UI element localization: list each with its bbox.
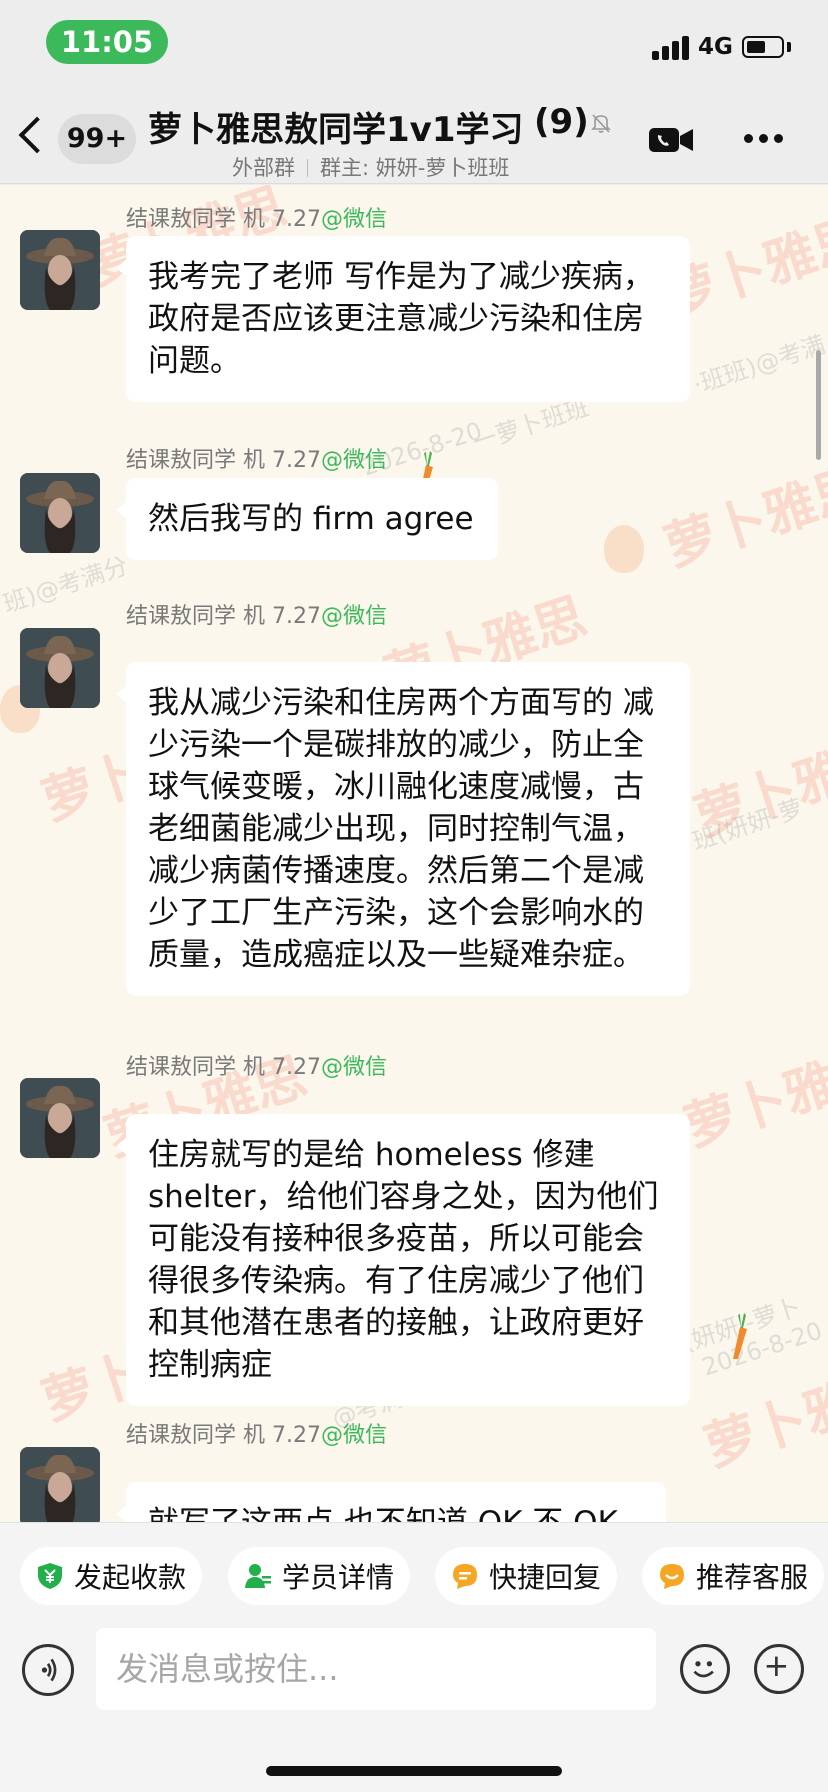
avatar-cowboy-hat-icon <box>20 1078 100 1158</box>
avatar[interactable] <box>20 1078 100 1158</box>
network-type: 4G <box>698 34 733 60</box>
group-owner: 群主: 妍妍-萝卜班班 <box>320 156 510 180</box>
mute-bell-icon <box>591 114 611 133</box>
avatar-cowboy-hat-icon <box>20 473 100 553</box>
watermark-text: 2026-8-20 <box>698 1316 826 1382</box>
sender-name: 结课敖同学 机 7.27@微信 <box>126 1423 387 1448</box>
watermark-carrot-icon <box>604 525 644 573</box>
sender-name: 结课敖同学 机 7.27@微信 <box>126 604 387 629</box>
status-time: 11:05 <box>46 20 168 64</box>
avatar[interactable] <box>20 473 100 553</box>
carrot-sticker-icon <box>733 1313 747 1359</box>
sender-name: 结课敖同学 机 7.27@微信 <box>126 207 387 232</box>
chip-label: 快捷回复 <box>489 1561 602 1594</box>
voice-input-icon[interactable] <box>22 1644 74 1696</box>
chip-label: 推荐客服 <box>696 1561 809 1594</box>
quick-reply-button[interactable]: 快捷回复 <box>435 1547 618 1605</box>
composer-bar <box>0 1622 828 1792</box>
avatar-cowboy-hat-icon <box>20 1447 100 1522</box>
watermark: 萝卜雅思 <box>697 1357 828 1479</box>
message-bubble[interactable]: 住房就写的是给 homeless 修建 shelter，给他们容身之处，因为他们… <box>116 1114 690 1406</box>
signal-strength-icon <box>652 34 692 60</box>
quick-actions-bar: 发起收款 学员详情 快捷回复 推荐客服 <box>0 1522 828 1622</box>
chip-label: 发起收款 <box>74 1561 187 1594</box>
member-count: (9) <box>534 102 589 142</box>
video-call-icon[interactable] <box>648 126 694 154</box>
message-bubble[interactable]: 我从减少污染和住房两个方面写的 减少污染一个是碳排放的减少，防止全球气候变暖，冰… <box>116 662 690 996</box>
watermark: 萝卜雅思 <box>657 457 828 579</box>
external-group-tag: 外部群 <box>232 156 295 180</box>
watermark-text: ·班班)@考满 <box>689 330 828 400</box>
recommend-service-icon <box>660 1564 684 1589</box>
more-icon[interactable] <box>744 134 784 144</box>
avatar[interactable] <box>20 1447 100 1522</box>
chat-title: 萝卜雅思敖同学1v1学习 <box>148 110 524 150</box>
status-bar: 11:05 4G <box>0 0 828 92</box>
avatar-cowboy-hat-icon <box>20 230 100 310</box>
avatar[interactable] <box>20 628 100 708</box>
message-bubble[interactable]: 我考完了老师 写作是为了减少疾病，政府是否应该更注意减少污染和住房问题。 <box>116 236 690 402</box>
message-bubble[interactable]: 然后我写的 firm agree <box>116 478 498 560</box>
avatar-cowboy-hat-icon <box>20 628 100 708</box>
avatar[interactable] <box>20 230 100 310</box>
quick-reply-icon <box>453 1564 477 1589</box>
watermark-text: 班(妍妍-萝 <box>689 793 807 856</box>
message-bubble[interactable]: 就写了这两点 也不知道 OK 不 OK <box>116 1482 666 1522</box>
scrollbar[interactable] <box>816 350 821 460</box>
unread-badge[interactable]: 99+ <box>58 114 136 164</box>
emoji-icon[interactable] <box>680 1644 730 1694</box>
battery-level <box>747 41 765 53</box>
watermark: 萝卜雅思 <box>677 1037 828 1159</box>
plus-icon[interactable] <box>754 1644 804 1694</box>
chat-message-list[interactable]: 萝卜雅思 萝卜雅思 ·班班)@考满 一萝卜班班 2026-8-20 萝卜雅思 班… <box>0 185 828 1522</box>
student-details-button[interactable]: 学员详情 <box>228 1547 411 1605</box>
sender-name: 结课敖同学 机 7.27@微信 <box>126 1055 387 1080</box>
message-input[interactable] <box>96 1628 656 1710</box>
battery-tip <box>787 42 791 52</box>
watermark-text: 班)@考满分 <box>0 551 132 619</box>
student-info-icon <box>245 1564 271 1588</box>
home-indicator <box>266 1766 562 1776</box>
sender-name: 结课敖同学 机 7.27@微信 <box>126 448 387 473</box>
recommend-service-button[interactable]: 推荐客服 <box>642 1547 825 1605</box>
chat-header: 99+ 萝卜雅思敖同学1v1学习 (9) 外部群 群主: 妍妍-萝卜班班 <box>0 92 828 184</box>
battery-icon <box>742 36 784 58</box>
watermark: 萝卜雅思 <box>687 727 828 849</box>
chat-subtitle: 外部群 群主: 妍妍-萝卜班班 <box>232 152 509 182</box>
subtitle-divider <box>307 159 308 177</box>
collect-payment-button[interactable]: 发起收款 <box>20 1547 203 1605</box>
back-arrow-icon[interactable] <box>18 116 56 154</box>
chip-label: 学员详情 <box>282 1561 395 1594</box>
payment-shield-icon <box>38 1563 62 1589</box>
